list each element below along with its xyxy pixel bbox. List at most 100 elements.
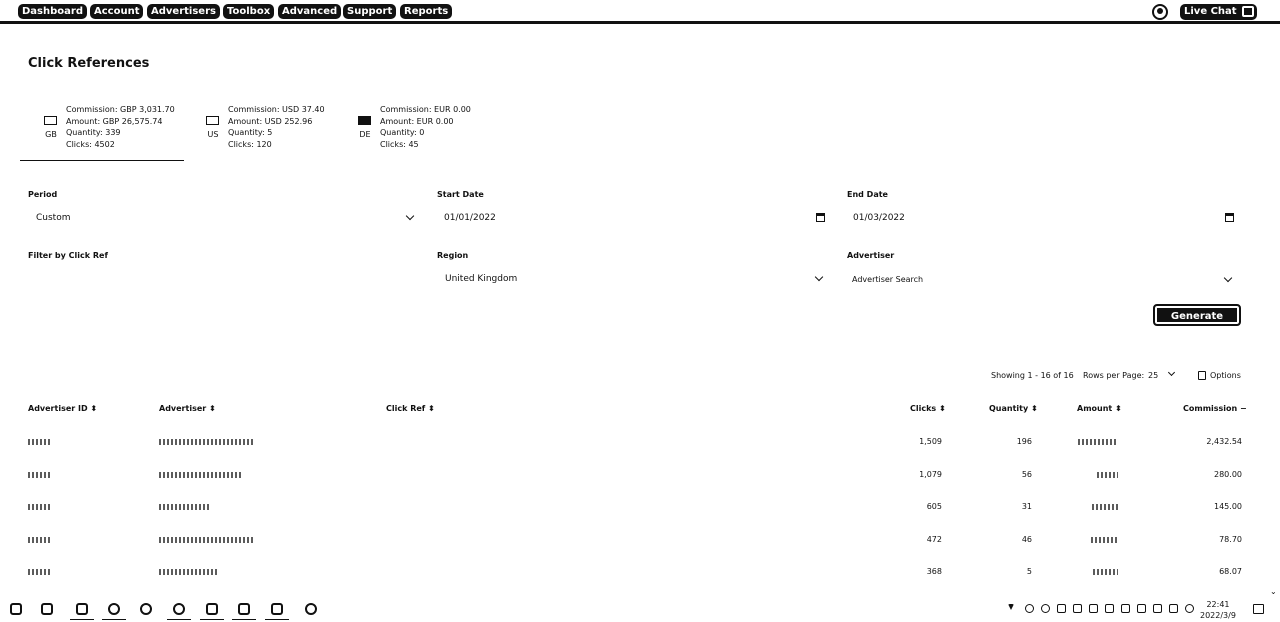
advertiser-name-cell[interactable] [159,567,217,576]
region-commission: Commission: USD 37.40 [228,105,325,114]
shield-icon[interactable] [1121,604,1130,613]
generate-report-button[interactable]: Generate Report [1153,304,1241,344]
advertiser-id-cell [28,470,50,479]
region-clicks: Clicks: 120 [228,139,272,149]
advertiser-id-cell [28,535,50,544]
nav-advanced[interactable]: Advanced [278,4,342,19]
tray-app-icon[interactable] [1057,604,1066,613]
col-header-clicks[interactable]: Clicks ⬍ [910,404,946,413]
advertiser-name-cell[interactable] [159,470,241,479]
region-select[interactable]: United Kingdom [445,274,517,284]
tray-app-icon[interactable] [1105,604,1114,613]
clicks-cell: 368 [926,567,942,576]
nav-dashboard[interactable]: Dashboard [18,4,87,19]
pagination-summary: Showing 1 - 16 of 16 [991,371,1074,380]
region-stats: Commission: GBP 3,031.70 Amount: GBP 26,… [66,104,175,150]
region-quantity: Quantity: 339 [66,128,121,138]
chevron-down-icon[interactable] [1223,273,1233,283]
options-icon[interactable] [1198,371,1206,380]
start-date-input[interactable]: 01/01/2022 [444,213,496,223]
quantity-cell: 56 [1021,470,1032,479]
region-stats: Commission: EUR 0.00 Amount: EUR 0.00 Qu… [380,104,471,150]
advertiser-id-cell [28,567,50,576]
chrome-icon[interactable] [140,603,152,615]
col-header-advertiser[interactable]: Advertiser ⬍ [159,404,216,413]
notification-icon[interactable] [1253,604,1264,614]
calendar-icon[interactable] [1225,213,1234,222]
region-label: Region [437,251,469,260]
region-clicks: Clicks: 4502 [66,139,115,149]
app-icon[interactable] [232,603,256,620]
clicks-cell: 1,509 [919,437,942,446]
terminal-icon[interactable] [200,603,224,620]
wifi-icon[interactable] [1185,604,1194,613]
scroll-down-icon[interactable]: ⌄ [1270,587,1277,596]
clicks-cell: 1,079 [919,470,942,479]
rows-per-page-select[interactable]: 25 [1148,371,1158,380]
record-icon[interactable] [305,603,317,615]
nav-toolbox[interactable]: Toolbox [223,4,275,19]
volume-icon[interactable] [1153,604,1162,613]
input-method-icon[interactable] [1169,604,1178,613]
advertiser-name-cell[interactable] [159,502,211,511]
commission-cell: 280.00 [1214,470,1242,479]
start-icon[interactable] [10,603,22,615]
region-commission: Commission: EUR 0.00 [380,105,471,114]
amount-cell [1091,535,1118,544]
show-hidden-icons-icon[interactable] [1008,604,1014,610]
quantity-cell: 46 [1021,535,1032,544]
region-code: DE [359,130,371,139]
top-nav: Dashboard Account Advertisers Toolbox Ad… [0,0,1280,24]
advertiser-name-cell[interactable] [159,437,254,446]
chevron-down-icon[interactable] [405,211,415,221]
amount-cell [1097,470,1118,479]
click-ref-label: Filter by Click Ref [28,251,108,260]
click-ref-input[interactable] [36,274,416,286]
quantity-cell: 5 [1026,567,1032,576]
edge-icon[interactable] [167,603,191,620]
task-view-icon[interactable] [41,603,53,615]
advertiser-search-input[interactable]: Advertiser Search [852,275,923,284]
nav-advertisers[interactable]: Advertisers [147,4,220,19]
live-chat-label: Live Chat [1184,6,1237,17]
start-date-label: Start Date [437,190,484,199]
browser-icon[interactable] [102,603,126,620]
region-code: US [207,130,219,139]
chevron-down-icon[interactable] [1167,368,1176,377]
col-header-quantity[interactable]: Quantity ⬍ [989,404,1038,413]
region-amount: Amount: USD 252.96 [228,116,313,126]
options-button[interactable]: Options [1210,371,1241,380]
nav-account[interactable]: Account [90,4,144,19]
advertiser-id-cell [28,437,52,446]
col-header-commission[interactable]: Commission − [1183,404,1247,413]
region-clicks: Clicks: 45 [380,139,419,149]
end-date-input[interactable]: 01/03/2022 [853,213,905,223]
clock-time: 22:41 [1206,600,1230,609]
text-editor-icon[interactable] [70,603,94,620]
col-header-advertiser-id[interactable]: Advertiser ID ⬍ [28,404,97,413]
col-header-amount[interactable]: Amount ⬍ [1077,404,1122,413]
word-icon[interactable] [265,603,289,620]
system-clock[interactable]: 22:41 2022/3/9 [1200,599,1236,621]
commission-cell: 2,432.54 [1206,437,1242,446]
calendar-icon[interactable] [816,213,825,222]
rows-per-page-label: Rows per Page: [1083,371,1145,380]
tray-app-icon[interactable] [1089,604,1098,613]
chevron-down-icon[interactable] [814,272,824,282]
clicks-cell: 605 [926,502,942,511]
tray-app-icon[interactable] [1041,604,1050,613]
chat-icon [1241,6,1254,17]
tray-app-icon[interactable] [1073,604,1082,613]
user-avatar-icon[interactable] [1152,4,1168,20]
live-chat-button[interactable]: Live Chat [1180,4,1257,20]
advertiser-name-cell[interactable] [159,535,254,544]
nav-reports[interactable]: Reports [400,4,453,19]
active-region-underline [20,160,184,161]
tray-app-icon[interactable] [1025,604,1034,613]
amount-cell [1078,437,1118,446]
network-icon[interactable] [1137,604,1146,613]
col-header-click-ref[interactable]: Click Ref ⬍ [386,404,435,413]
period-select[interactable]: Custom [36,213,70,223]
nav-support[interactable]: Support [343,4,397,19]
clicks-cell: 472 [926,535,942,544]
